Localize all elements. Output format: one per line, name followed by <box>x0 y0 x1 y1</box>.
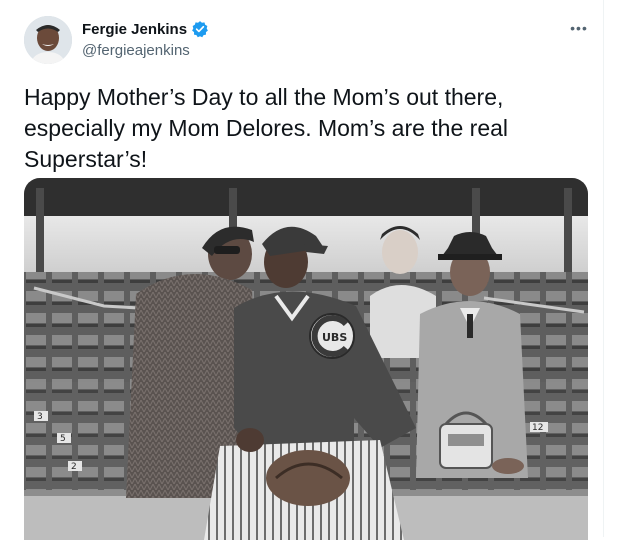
seat-number-12: 12 <box>532 423 543 433</box>
tweet-text: Happy Mother’s Day to all the Mom’s out … <box>24 84 509 172</box>
seat-number-3: 3 <box>37 412 43 422</box>
tweet-card: Fergie Jenkins @fergieajenkins ••• Happy… <box>0 0 626 540</box>
display-name[interactable]: Fergie Jenkins <box>82 21 187 38</box>
verified-badge-icon <box>191 20 209 38</box>
timeline-divider <box>603 0 604 537</box>
author-name-row[interactable]: Fergie Jenkins <box>82 20 209 38</box>
cubs-logo-text: UBS <box>322 331 347 344</box>
tweet-photo[interactable]: 5 2 3 12 UBS <box>24 178 588 540</box>
seat-number-2: 2 <box>71 462 77 472</box>
avatar[interactable] <box>24 16 72 64</box>
seat-number-5: 5 <box>60 434 66 444</box>
more-options-icon[interactable]: ••• <box>568 18 590 38</box>
author-handle[interactable]: @fergieajenkins <box>82 42 190 59</box>
